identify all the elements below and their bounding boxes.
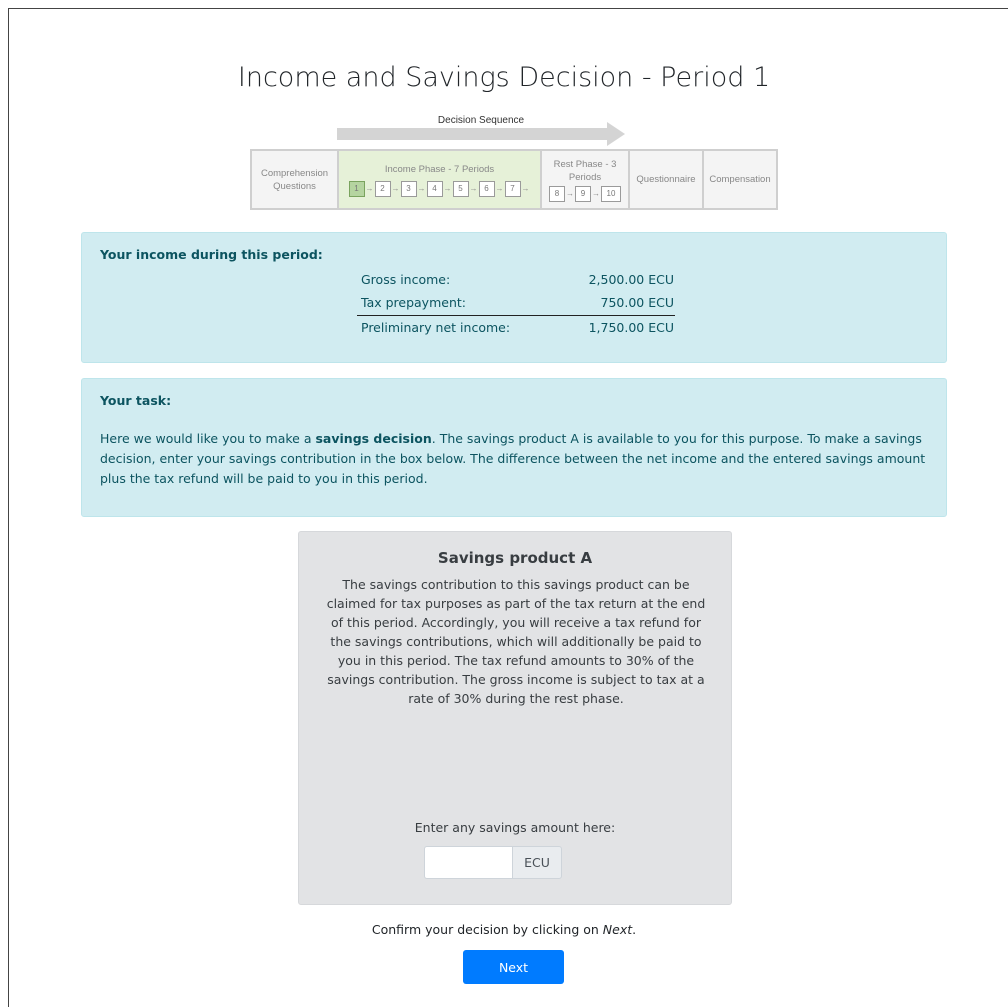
product-title: Savings product A	[437, 549, 593, 567]
step-arrow-icon: →	[521, 184, 530, 193]
rest-steps: 8 → 9 → 10	[549, 185, 621, 202]
income-row-tax: Tax prepayment: 750.00 ECU	[357, 291, 675, 314]
income-row-gross: Gross income: 2,500.00 ECU	[357, 268, 675, 291]
stage-questionnaire-label: Questionnaire	[636, 174, 696, 185]
step-arrow-icon: →	[443, 184, 452, 193]
step-10: 10	[601, 185, 621, 202]
stage-rest-label: Rest Phase - 3 Periods	[553, 158, 617, 183]
step-2: 2	[374, 180, 391, 197]
confirm-text: Confirm your decision by clicking on Nex…	[0, 922, 1008, 937]
step-5: 5	[452, 180, 469, 197]
sequence-label: Decision Sequence	[437, 115, 525, 126]
stage-rest-phase: Rest Phase - 3 Periods 8 → 9 → 10	[542, 151, 630, 208]
sequence-arrow	[337, 128, 607, 140]
step-3: 3	[400, 180, 417, 197]
task-text-start: Here we would like you to make a	[100, 431, 316, 446]
income-row-label: Gross income:	[361, 272, 451, 287]
income-row-value: 750.00 ECU	[600, 295, 675, 310]
task-description: Here we would like you to make a savings…	[100, 429, 930, 489]
amount-label: Enter any savings amount here:	[414, 820, 616, 835]
step-arrow-icon: →	[495, 184, 504, 193]
income-row-net: Preliminary net income: 1,750.00 ECU	[357, 315, 675, 339]
page-title: Income and Savings Decision - Period 1	[237, 62, 771, 93]
stage-compensation: Compensation	[704, 151, 776, 208]
step-7: 7	[504, 180, 521, 197]
income-row-label: Tax prepayment:	[361, 295, 466, 310]
step-9: 9	[575, 185, 591, 202]
income-steps: 1 → 2 → 3 → 4 → 5 → 6 → 7 →	[348, 180, 531, 197]
next-button[interactable]: Next	[463, 950, 564, 984]
stage-comprehension: Comprehension Questions	[252, 151, 339, 208]
stage-compensation-label: Compensation	[709, 174, 771, 185]
income-heading: Your income during this period:	[100, 247, 323, 262]
task-heading: Your task:	[100, 393, 172, 408]
savings-product-card: Savings product A The savings contributi…	[298, 531, 732, 905]
decision-sequence-diagram: Decision Sequence Comprehension Question…	[250, 108, 778, 212]
amount-unit: ECU	[512, 846, 562, 879]
sequence-stages: Comprehension Questions Income Phase - 7…	[250, 149, 778, 210]
stage-comprehension-label: Comprehension Questions	[260, 167, 329, 192]
step-arrow-icon: →	[365, 184, 374, 193]
income-panel: Your income during this period: Gross in…	[81, 232, 947, 363]
step-arrow-icon: →	[566, 189, 574, 198]
savings-amount-input[interactable]	[424, 846, 512, 879]
income-row-value: 2,500.00 ECU	[588, 272, 674, 287]
step-1: 1	[348, 180, 365, 197]
product-description: The savings contribution to this savings…	[326, 577, 706, 706]
stage-income-phase: Income Phase - 7 Periods 1 → 2 → 3 → 4 → 5 → …	[339, 151, 542, 208]
task-text-bold: savings decision	[315, 431, 432, 446]
confirm-text-start: Confirm your decision by clicking on	[371, 922, 603, 937]
confirm-text-italic: Next	[602, 922, 633, 937]
step-8: 8	[549, 185, 565, 202]
income-row-label: Preliminary net income:	[361, 320, 511, 335]
stage-income-label: Income Phase - 7 Periods	[384, 163, 495, 175]
stage-questionnaire: Questionnaire	[630, 151, 704, 208]
step-arrow-icon: →	[469, 184, 478, 193]
amount-input-group: ECU	[424, 846, 562, 879]
confirm-text-end: .	[632, 922, 637, 937]
step-arrow-icon: →	[391, 184, 400, 193]
income-row-value: 1,750.00 ECU	[588, 320, 674, 335]
step-arrow-icon: →	[592, 189, 600, 198]
step-4: 4	[426, 180, 443, 197]
step-6: 6	[478, 180, 495, 197]
income-table: Gross income: 2,500.00 ECU Tax prepaymen…	[357, 268, 675, 339]
task-panel: Your task: Here we would like you to mak…	[81, 378, 947, 517]
step-arrow-icon: →	[417, 184, 426, 193]
